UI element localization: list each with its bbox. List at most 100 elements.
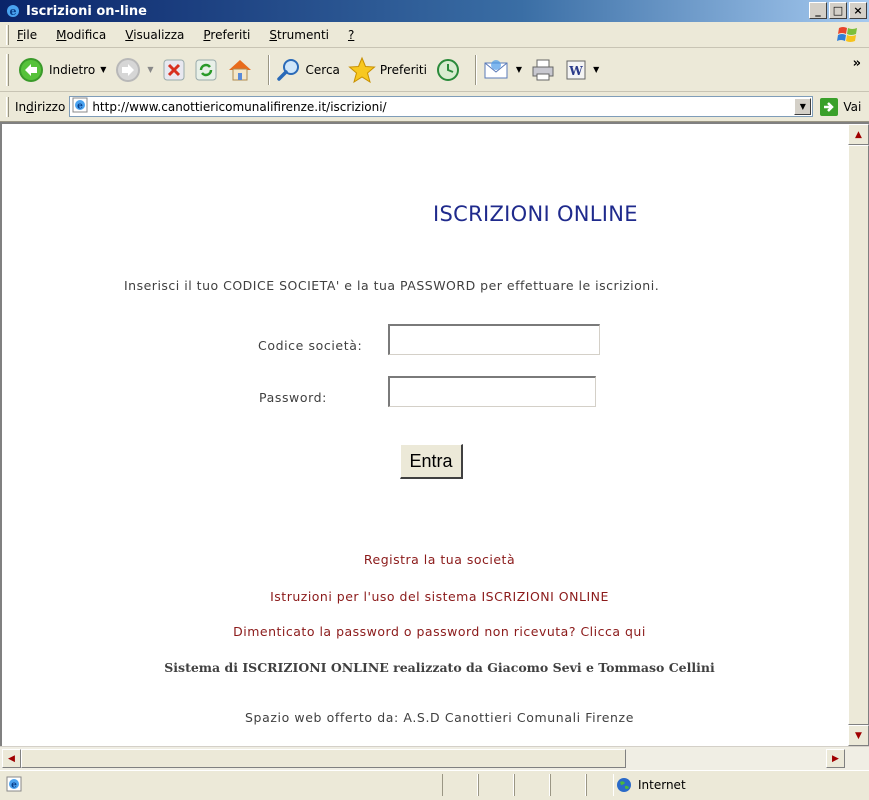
entra-button[interactable]: Entra bbox=[400, 444, 463, 479]
close-button[interactable]: × bbox=[849, 2, 867, 19]
horizontal-scroll-thumb[interactable] bbox=[21, 749, 626, 768]
back-dropdown-icon[interactable]: ▼ bbox=[100, 65, 106, 74]
favorites-label: Preferiti bbox=[379, 62, 427, 77]
page-icon: e bbox=[72, 97, 88, 116]
scroll-up-button[interactable]: ▲ bbox=[848, 124, 869, 145]
search-icon bbox=[276, 58, 299, 81]
address-label-pre: In bbox=[15, 99, 27, 114]
scroll-down-button[interactable]: ▼ bbox=[848, 725, 869, 746]
back-button[interactable]: Indietro ▼ bbox=[17, 56, 106, 84]
go-label: Vai bbox=[843, 99, 862, 114]
svg-text:W: W bbox=[568, 64, 583, 78]
menubar-grip[interactable] bbox=[6, 24, 9, 45]
menu-visualizza[interactable]: Visualizza bbox=[125, 28, 184, 42]
window-title: Iscrizioni on-line bbox=[26, 3, 147, 19]
print-icon bbox=[532, 59, 554, 80]
forward-dropdown-icon[interactable]: ▼ bbox=[147, 65, 153, 74]
go-icon bbox=[820, 97, 839, 116]
menu-preferiti-label: referiti bbox=[210, 27, 251, 42]
toolbar-grip[interactable] bbox=[6, 53, 9, 86]
maximize-button[interactable]: □ bbox=[829, 2, 847, 19]
menu-strumenti-label: trumenti bbox=[277, 27, 329, 42]
menu-strumenti[interactable]: Strumenti bbox=[269, 28, 329, 42]
menu-preferiti[interactable]: Preferiti bbox=[203, 28, 250, 42]
password-input[interactable] bbox=[388, 376, 596, 407]
toolbar-separator bbox=[267, 54, 270, 85]
stop-icon bbox=[163, 59, 185, 80]
status-cell bbox=[442, 774, 478, 796]
svg-text:e: e bbox=[77, 102, 83, 112]
mail-icon bbox=[484, 59, 508, 78]
instructions-link[interactable]: Istruzioni per l'uso del sistema ISCRIZI… bbox=[2, 589, 847, 604]
scroll-right-button[interactable]: ▶ bbox=[826, 749, 845, 768]
minimize-button[interactable]: _ bbox=[809, 2, 827, 19]
toolbar-separator bbox=[474, 54, 477, 85]
stop-button[interactable] bbox=[162, 58, 186, 82]
menu-help[interactable]: ? bbox=[348, 28, 354, 42]
forgot-password-link[interactable]: Dimenticato la password o password non r… bbox=[2, 624, 847, 639]
menu-modifica-label: odifica bbox=[66, 27, 107, 42]
favorites-icon bbox=[348, 56, 376, 83]
address-label-post: irizzo bbox=[33, 99, 66, 114]
status-cell bbox=[514, 774, 550, 796]
status-cell bbox=[478, 774, 514, 796]
menu-modifica-accel: M bbox=[56, 27, 67, 42]
print-button[interactable] bbox=[530, 57, 556, 83]
addressbar-grip[interactable] bbox=[6, 96, 9, 117]
windows-logo-icon bbox=[837, 25, 859, 45]
toolbar-chevron-icon[interactable]: » bbox=[853, 56, 861, 71]
mail-button[interactable]: ▼ bbox=[483, 57, 522, 83]
security-zone-label: Internet bbox=[638, 778, 686, 792]
word-dropdown-icon[interactable]: ▼ bbox=[593, 65, 599, 74]
password-label: Password: bbox=[259, 390, 327, 405]
back-icon bbox=[19, 57, 43, 82]
svg-text:e: e bbox=[11, 781, 17, 791]
forward-icon bbox=[116, 57, 141, 82]
globe-icon bbox=[617, 778, 631, 792]
go-button[interactable]: Vai bbox=[819, 97, 861, 117]
address-label-accel: d bbox=[26, 99, 34, 114]
scroll-left-button[interactable]: ◀ bbox=[2, 749, 21, 768]
codice-societa-input[interactable] bbox=[388, 324, 600, 355]
standard-toolbar: Indietro ▼ ▼ Cerca Preferiti ▼ W ▼ » bbox=[0, 48, 869, 92]
word-icon: W bbox=[566, 60, 586, 79]
menu-modifica[interactable]: Modifica bbox=[56, 28, 106, 42]
menu-file-label: ile bbox=[23, 27, 38, 42]
address-label: Indirizzo bbox=[15, 100, 65, 114]
address-bar: Indirizzo e http://www.canottiericomunal… bbox=[0, 92, 869, 122]
forward-button[interactable]: ▼ bbox=[114, 56, 154, 84]
search-button[interactable]: Cerca bbox=[276, 57, 340, 83]
mail-dropdown-icon[interactable]: ▼ bbox=[516, 65, 522, 74]
status-cell bbox=[550, 774, 586, 796]
home-button[interactable] bbox=[226, 56, 254, 84]
window-titlebar[interactable]: e Iscrizioni on-line _ □ × bbox=[0, 0, 869, 22]
favorites-button[interactable]: Preferiti bbox=[348, 56, 427, 84]
refresh-button[interactable] bbox=[194, 58, 218, 82]
address-dropdown-button[interactable]: ▼ bbox=[794, 98, 812, 115]
address-url: http://www.canottiericomunalifirenze.it/… bbox=[92, 99, 387, 114]
page-title: ISCRIZIONI ONLINE bbox=[433, 202, 638, 226]
codice-societa-label: Codice società: bbox=[258, 338, 363, 353]
back-label: Indietro bbox=[49, 62, 96, 77]
vertical-scroll-thumb[interactable] bbox=[848, 145, 869, 725]
svg-text:e: e bbox=[10, 5, 17, 18]
menu-file[interactable]: File bbox=[17, 28, 37, 42]
vertical-scrollbar[interactable]: ▲ ▼ bbox=[848, 124, 869, 746]
login-instructions: Inserisci il tuo CODICE SOCIETA' e la tu… bbox=[124, 278, 660, 293]
history-button[interactable] bbox=[435, 57, 461, 83]
status-cell bbox=[586, 774, 614, 796]
ie-icon: e bbox=[4, 2, 22, 20]
status-bar: e Internet bbox=[0, 770, 869, 800]
security-zone: Internet bbox=[616, 774, 686, 796]
history-icon bbox=[436, 58, 459, 81]
register-link[interactable]: Registra la tua società bbox=[2, 552, 847, 567]
menu-strumenti-accel: S bbox=[269, 27, 278, 42]
footer-text: Spazio web offerto da: A.S.D Canottieri … bbox=[245, 710, 634, 725]
credit-text: Sistema di ISCRIZIONI ONLINE realizzato … bbox=[164, 660, 715, 675]
menu-visualizza-label: isualizza bbox=[133, 27, 185, 42]
edit-word-button[interactable]: W ▼ bbox=[564, 58, 599, 82]
horizontal-scrollbar[interactable]: ◀ ▶ bbox=[0, 746, 869, 770]
refresh-icon bbox=[195, 59, 217, 80]
address-input[interactable]: e http://www.canottiericomunalifirenze.i… bbox=[69, 96, 814, 117]
menubar: File Modifica Visualizza Preferiti Strum… bbox=[0, 22, 869, 48]
